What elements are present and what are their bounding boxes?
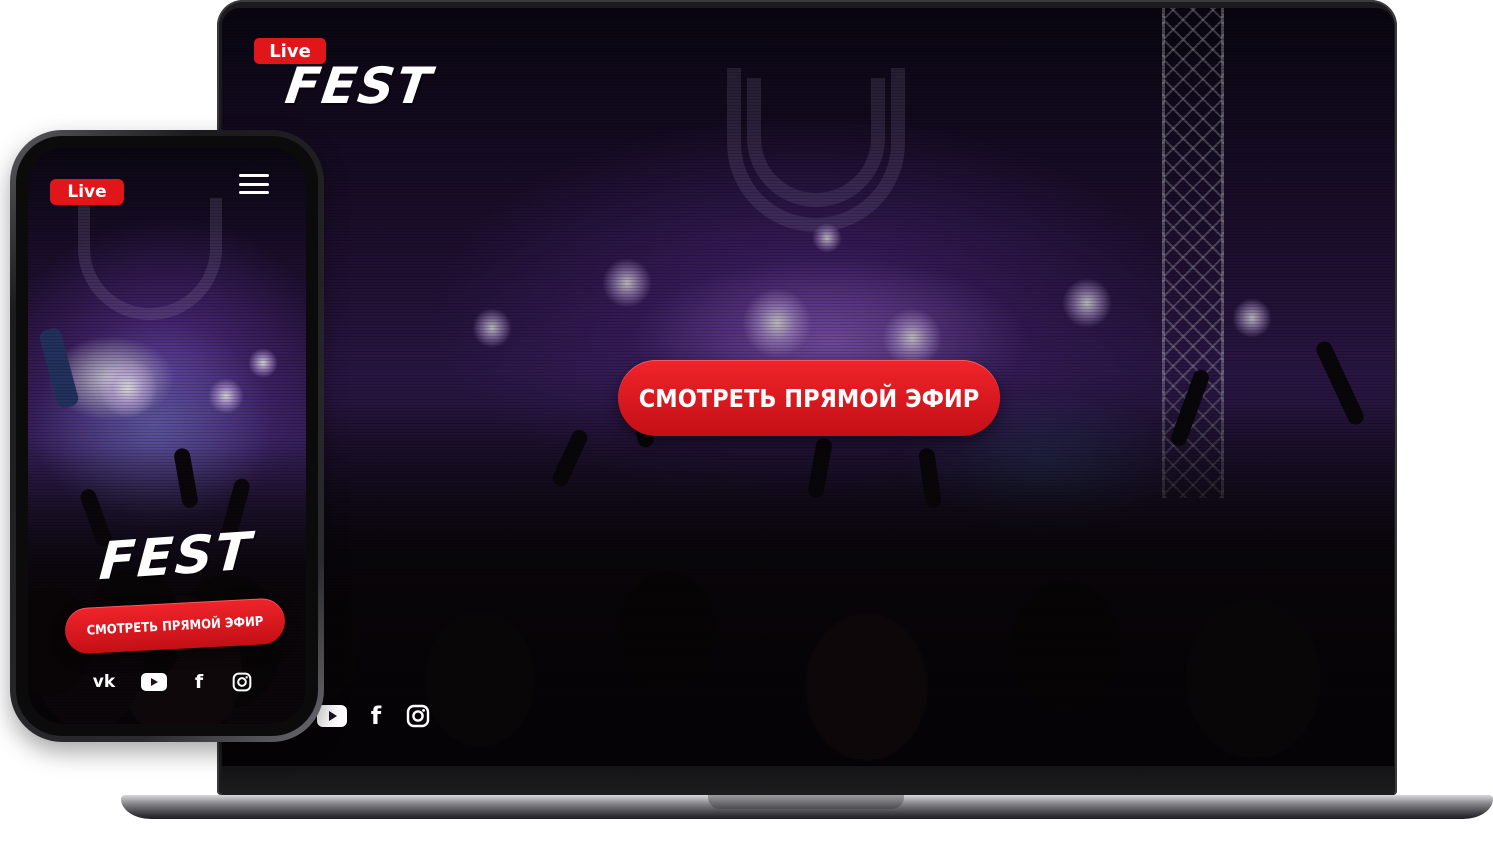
laptop-screen: Live FEST Смотреть прямой эфир f <box>222 8 1394 766</box>
instagram-icon[interactable] <box>404 702 432 730</box>
fest-logo[interactable]: FEST <box>97 522 254 592</box>
laptop-trackpad-notch <box>708 795 904 809</box>
watch-live-button[interactable]: Смотреть прямой эфир <box>618 360 1000 436</box>
live-badge: Live <box>50 179 124 205</box>
hamburger-menu-icon[interactable] <box>239 174 269 194</box>
phone-screen: Live FEST Смотреть прямой эфир vk f <box>28 148 306 724</box>
vk-icon[interactable]: vk <box>90 670 118 694</box>
instagram-icon[interactable] <box>230 670 254 694</box>
laptop-chin <box>222 766 1394 795</box>
social-links: f <box>316 702 432 730</box>
device-mockup-scene: Live FEST Смотреть прямой эфир f <box>0 0 1493 860</box>
facebook-icon[interactable]: f <box>366 702 386 730</box>
fest-logo[interactable]: FEST <box>282 57 437 115</box>
social-links: vk f <box>90 670 254 694</box>
youtube-icon[interactable] <box>140 670 168 694</box>
facebook-icon[interactable]: f <box>190 670 208 694</box>
